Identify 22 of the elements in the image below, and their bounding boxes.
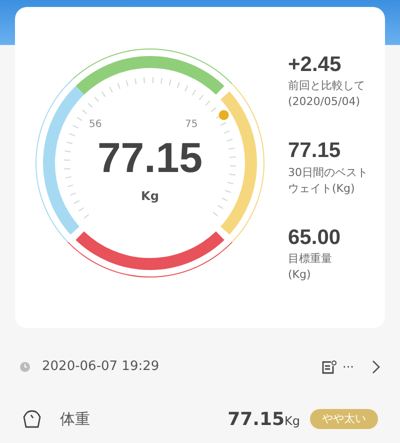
stat-label: (2020/05/04) <box>288 94 360 110</box>
weight-unit: Kg <box>140 188 160 205</box>
stat-label: 前回と比較して <box>288 78 365 94</box>
record-datetime: 2020-06-07 19:29 <box>42 358 160 376</box>
weight-value: 77.15 <box>96 137 204 179</box>
more-button[interactable]: ··· <box>342 358 354 376</box>
stat-label: ウェイト(Kg) <box>288 180 355 196</box>
stat-value: 65.00 <box>288 224 341 250</box>
stat-label: 30日間のベスト <box>288 164 368 180</box>
stat-value: +2.45 <box>288 52 342 78</box>
scale-icon <box>22 409 42 429</box>
stat-label: 目標重量 <box>288 250 332 267</box>
gauge-max-label: 75 <box>185 118 198 132</box>
stat-label: (Kg) <box>288 266 311 283</box>
stat-value: 77.15 <box>288 138 341 164</box>
chevron-right-icon[interactable] <box>372 360 380 374</box>
gauge-min-label: 56 <box>89 118 102 132</box>
status-badge: やや太い <box>310 408 378 430</box>
note-icon[interactable] <box>320 360 337 374</box>
clock-icon <box>20 362 30 372</box>
metric-value: 77.15Kg <box>228 408 300 432</box>
metric-name: 体重 <box>60 408 90 430</box>
